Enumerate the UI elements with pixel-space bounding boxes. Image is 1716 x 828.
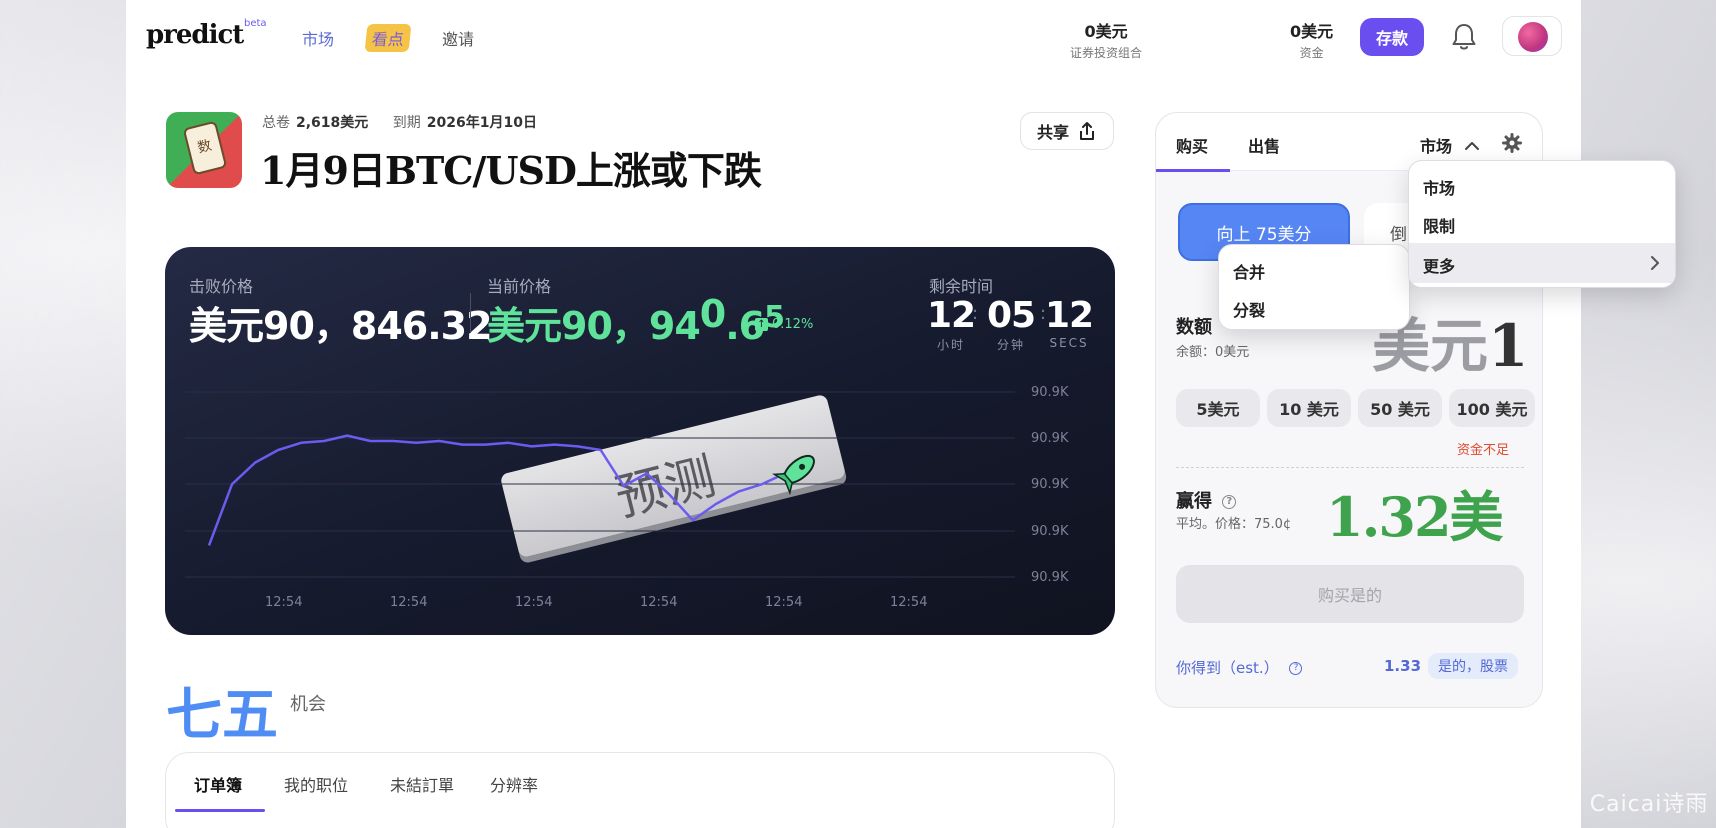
more-submenu: 合并 分裂 <box>1218 244 1410 330</box>
divider <box>1176 467 1524 468</box>
expiry-value: 2026年1月10日 <box>426 115 537 131</box>
watermark: ❖ @ Caicai诗雨 <box>1532 786 1708 818</box>
avatar <box>1518 22 1548 52</box>
chip-5[interactable]: 5美元 <box>1176 389 1260 427</box>
expiry-label: 到期 <box>392 115 421 131</box>
price-line-chart <box>185 391 1015 578</box>
share-button[interactable]: 共享 <box>1020 112 1114 150</box>
average-price: 平均。价格：75.0¢ <box>1176 517 1292 532</box>
probability-value: 七五 <box>166 682 278 748</box>
winnings-label: 赢得 ? <box>1176 487 1237 513</box>
order-type-select[interactable]: 市场 <box>1420 133 1480 157</box>
market-icon: 数 <box>166 112 242 188</box>
volume-label: 总卷 <box>262 115 290 131</box>
logo-beta-badge: beta <box>244 18 267 29</box>
chip-50[interactable]: 50 美元 <box>1358 389 1442 427</box>
deposit-button[interactable]: 存款 <box>1360 18 1424 56</box>
buy-tab[interactable]: 购买 <box>1176 133 1208 157</box>
rocket-icon <box>771 454 815 496</box>
portfolio-value: 0美元 <box>1084 22 1128 41</box>
chevron-up-icon <box>1464 142 1479 150</box>
watermark-text: @ Caicai诗雨 <box>1558 792 1709 817</box>
help-icon[interactable]: ? <box>1222 495 1237 509</box>
insufficient-funds-text: 资金不足 <box>1457 443 1510 458</box>
active-tab-indicator <box>1156 169 1230 172</box>
menu-item-more[interactable]: 更多 <box>1409 243 1675 283</box>
logo[interactable]: predict beta <box>146 18 267 50</box>
bell-icon[interactable] <box>1450 22 1478 52</box>
nav-highlights[interactable]: 看点 <box>364 24 412 52</box>
help-icon[interactable]: ? <box>1289 662 1303 675</box>
sell-tab[interactable]: 出售 <box>1248 133 1280 157</box>
nav-market[interactable]: 市场 <box>302 26 334 50</box>
menu-item-market[interactable]: 市场 <box>1423 175 1455 199</box>
price-series-line <box>207 434 786 546</box>
market-title: 1月9日BTC/USD上涨或下跌 <box>260 148 762 193</box>
chip-100[interactable]: 100 美元 <box>1449 389 1535 427</box>
nav-invite[interactable]: 邀请 <box>442 26 474 50</box>
main-nav: 市场 看点 邀请 <box>302 24 474 52</box>
cash-label: 资金 <box>1299 46 1324 60</box>
market-meta: 总卷 2,618美元 到期 2026年1月10日 <box>262 112 557 132</box>
menu-item-split[interactable]: 分裂 <box>1233 297 1265 321</box>
profile-menu[interactable] <box>1502 16 1562 56</box>
top-header: predict beta 市场 看点 邀请 0美元 证券投资组合 0美元 资金 … <box>126 0 1581 76</box>
menu-item-merge[interactable]: 合并 <box>1233 259 1265 283</box>
probability-label: 机会 <box>290 694 326 715</box>
price-chart-card: 击败价格 美元90，846.32 当前价格 美元90，940.65 ↑ 0.12… <box>165 247 1115 635</box>
menu-item-limit[interactable]: 限制 <box>1423 213 1455 237</box>
tab-open-orders[interactable]: 未結訂單 <box>390 772 454 796</box>
shares-badge: 是的，股票 <box>1428 653 1518 679</box>
amount-label: 数额 <box>1176 317 1212 338</box>
cash-value: 0美元 <box>1290 22 1334 41</box>
share-icon <box>1080 122 1094 140</box>
card-icon: 数 <box>182 120 228 176</box>
tab-my-positions[interactable]: 我的职位 <box>284 772 348 796</box>
share-label: 共享 <box>1036 123 1069 142</box>
you-get-label: 你得到（est.） ? <box>1176 657 1303 678</box>
balance-text: 余额：0美元 <box>1176 345 1250 360</box>
watermark-logo-icon: ❖ <box>1532 789 1553 815</box>
amount-value: 1 <box>1488 312 1529 380</box>
logo-text: predict <box>146 20 244 50</box>
buy-yes-button[interactable]: 购买是的 <box>1176 565 1524 623</box>
tab-order-book[interactable]: 订单簿 <box>194 772 242 796</box>
order-type-menu: 市场 限制 更多 <box>1408 160 1676 288</box>
chevron-right-icon <box>1651 256 1659 270</box>
active-tab-indicator <box>175 809 265 812</box>
portfolio-label: 证券投资组合 <box>1070 46 1143 60</box>
page: predict beta 市场 看点 邀请 0美元 证券投资组合 0美元 资金 … <box>126 0 1581 828</box>
chip-10[interactable]: 10 美元 <box>1267 389 1351 427</box>
volume-value: 2,618美元 <box>296 115 369 131</box>
portfolio-summary[interactable]: 0美元 证券投资组合 <box>1070 18 1142 61</box>
order-tabs: 订单簿 我的职位 未結訂單 分辨率 <box>165 752 1115 828</box>
you-get-value: 1.33 <box>1384 657 1422 675</box>
tab-resolution[interactable]: 分辨率 <box>490 772 538 796</box>
cash-summary[interactable]: 0美元 资金 <box>1290 18 1333 61</box>
gear-icon[interactable] <box>1502 133 1522 153</box>
